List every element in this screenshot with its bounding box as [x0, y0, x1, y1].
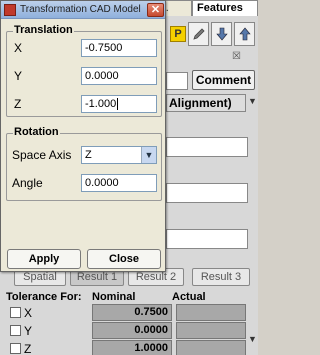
apply-button[interactable]: Apply [7, 249, 81, 269]
transformation-dialog: Transformation CAD Model ✕ Translation X… [0, 0, 166, 272]
dialog-title: Transformation CAD Model [20, 4, 141, 15]
dialog-titlebar[interactable]: Transformation CAD Model ✕ [1, 1, 165, 19]
angle-label: Angle [12, 176, 43, 190]
move-down-button[interactable] [211, 22, 232, 46]
chevron-down-icon[interactable]: ▼ [141, 147, 156, 163]
tolerance-x-checkbox[interactable] [10, 307, 21, 318]
actual-y-value [176, 322, 246, 339]
tolerance-y-label: Y [24, 324, 33, 338]
move-up-button[interactable] [234, 22, 255, 46]
close-button[interactable]: Close [87, 249, 161, 269]
tolerance-row-z: Z 1.0000 [6, 340, 256, 355]
rotation-title: Rotation [13, 126, 60, 138]
tab-result-3[interactable]: Result 3 [192, 268, 250, 286]
nominal-z-value: 1.0000 [92, 340, 172, 355]
bg-field-3[interactable] [166, 229, 248, 249]
arrow-down-icon [215, 27, 228, 41]
p-toolbar-button[interactable]: P [170, 26, 186, 42]
tolerance-section: Tolerance For: Nominal Actual X 0.7500 Y… [4, 287, 258, 355]
translation-y-field[interactable]: 0.0000 [81, 67, 157, 85]
x-label: X [14, 41, 23, 55]
translation-group: Translation X -0.7500 Y 0.0000 Z -1.000 [6, 24, 162, 117]
bg-field-1[interactable] [166, 137, 248, 157]
scroll-down-icon[interactable]: ▼ [248, 334, 257, 344]
edit-pencil-button[interactable] [188, 22, 209, 46]
tab-features[interactable]: Features [192, 0, 258, 16]
text-caret [117, 98, 119, 111]
z-label: Z [14, 97, 22, 111]
translation-z-value: -1.000 [85, 98, 117, 110]
space-axis-value: Z [85, 149, 92, 161]
tolerance-row-y: Y 0.0000 [6, 322, 256, 340]
space-axis-label: Space Axis [12, 148, 72, 162]
app-icon [4, 4, 16, 16]
tolerance-x-label: X [24, 306, 33, 320]
space-axis-select[interactable]: Z ▼ [81, 146, 157, 164]
nominal-x-value: 0.7500 [92, 304, 172, 321]
actual-header: Actual [172, 291, 206, 303]
actual-z-value [176, 340, 246, 355]
nominal-header: Nominal [92, 291, 136, 303]
feature-toolbar: P [170, 22, 258, 48]
rotation-group: Rotation Space Axis Z ▼ Angle 0.0000 [6, 126, 162, 201]
angle-field[interactable]: 0.0000 [81, 174, 157, 192]
chevron-down-icon[interactable]: ▼ [248, 96, 257, 106]
tolerance-row-x: X 0.7500 [6, 304, 256, 322]
panel-close-icon[interactable]: ☒ [232, 51, 241, 62]
bg-field-2[interactable] [166, 183, 248, 203]
translation-title: Translation [13, 24, 74, 36]
tolerance-z-checkbox[interactable] [10, 343, 21, 354]
dialog-close-button[interactable]: ✕ [147, 3, 164, 17]
translation-x-field[interactable]: -0.7500 [81, 39, 157, 57]
alignment-select[interactable]: Alignment) [166, 94, 246, 112]
nominal-y-value: 0.0000 [92, 322, 172, 339]
arrow-up-icon [238, 27, 251, 41]
feature-name-field[interactable] [166, 72, 188, 90]
tolerance-y-checkbox[interactable] [10, 325, 21, 336]
tolerance-z-label: Z [24, 342, 32, 355]
translation-z-field[interactable]: -1.000 [81, 95, 157, 113]
comment-button[interactable]: Comment [192, 70, 255, 90]
y-label: Y [14, 69, 23, 83]
actual-x-value [176, 304, 246, 321]
tolerance-header: Tolerance For: [6, 291, 82, 303]
pencil-icon [192, 28, 205, 40]
